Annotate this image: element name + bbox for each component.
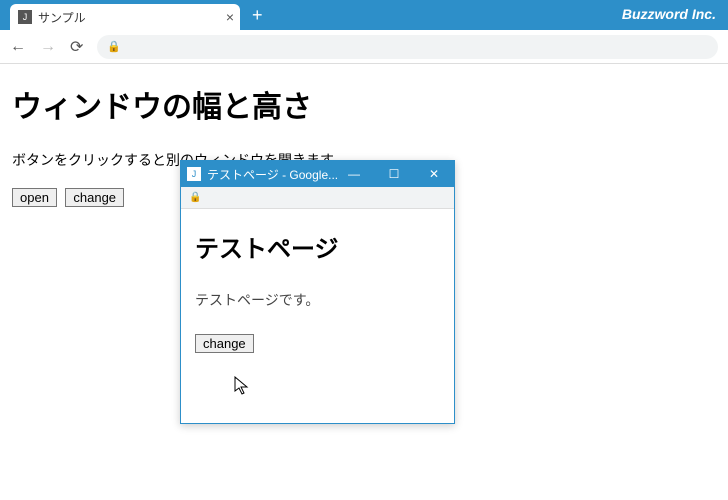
browser-tab[interactable]: J サンプル ×	[10, 4, 240, 30]
popup-paragraph: テストページです。	[195, 290, 440, 310]
tab-close-icon[interactable]: ×	[226, 9, 234, 25]
page-heading: ウィンドウの幅と高さ	[12, 82, 716, 126]
minimize-button[interactable]: —	[334, 161, 374, 187]
popup-lock-icon: 🔒	[189, 192, 201, 203]
url-bar[interactable]: 🔒	[97, 35, 718, 59]
popup-urlbar[interactable]: 🔒	[181, 187, 454, 209]
popup-title: テストページ - Google...	[207, 166, 338, 183]
back-button[interactable]: ←	[10, 38, 26, 56]
popup-titlebar[interactable]: J テストページ - Google... — ☐ ✕	[181, 161, 454, 187]
maximize-button[interactable]: ☐	[374, 161, 414, 187]
reload-button[interactable]: ⟳	[70, 37, 83, 57]
change-button[interactable]: change	[65, 188, 124, 207]
browser-titlebar: J サンプル × + Buzzword Inc.	[0, 0, 728, 30]
popup-body: テストページ テストページです。 change	[181, 209, 454, 423]
lock-icon: 🔒	[107, 40, 121, 53]
forward-button[interactable]: →	[40, 38, 56, 56]
popup-heading: テストページ	[195, 229, 440, 264]
brand-label: Buzzword Inc.	[622, 6, 716, 22]
close-button[interactable]: ✕	[414, 161, 454, 187]
new-tab-button[interactable]: +	[252, 5, 263, 26]
window-controls: — ☐ ✕	[334, 161, 454, 187]
tab-favicon: J	[18, 10, 32, 24]
popup-favicon: J	[187, 167, 201, 181]
open-button[interactable]: open	[12, 188, 57, 207]
tab-title: サンプル	[38, 9, 86, 26]
popup-window: J テストページ - Google... — ☐ ✕ 🔒 テストページ テストペ…	[180, 160, 455, 424]
browser-toolbar: ← → ⟳ 🔒	[0, 30, 728, 64]
popup-change-button[interactable]: change	[195, 334, 254, 353]
